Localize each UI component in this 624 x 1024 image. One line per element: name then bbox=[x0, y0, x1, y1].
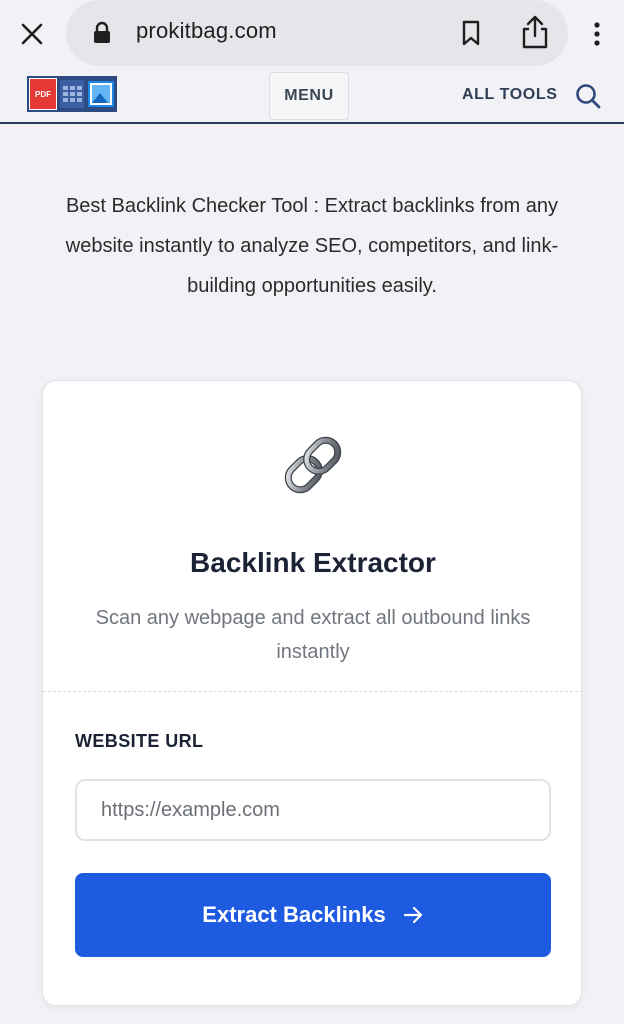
logo-pdf-icon: PDF bbox=[29, 78, 57, 110]
address-bar[interactable]: prokitbag.com bbox=[66, 0, 568, 66]
site-logo[interactable]: PDF bbox=[27, 76, 117, 112]
section-divider bbox=[43, 691, 583, 692]
card-title: Backlink Extractor bbox=[190, 547, 436, 578]
lock-icon bbox=[94, 21, 110, 43]
bookmark-icon[interactable] bbox=[456, 18, 486, 48]
extract-button-label: Extract Backlinks bbox=[202, 902, 386, 927]
search-icon[interactable] bbox=[574, 82, 602, 110]
website-url-label: WEBSITE URL bbox=[75, 731, 204, 751]
card-subtitle: Scan any webpage and extract all outboun… bbox=[95, 607, 531, 663]
close-tab-button[interactable] bbox=[14, 16, 50, 52]
logo-image-icon bbox=[88, 81, 114, 107]
logo-calculator-icon bbox=[60, 80, 84, 108]
more-vert-icon bbox=[594, 22, 600, 46]
website-url-input[interactable] bbox=[75, 779, 551, 841]
close-icon bbox=[21, 23, 43, 45]
intro-text: Best Backlink Checker Tool : Extract bac… bbox=[65, 195, 559, 297]
more-options-button[interactable] bbox=[582, 16, 612, 52]
menu-button[interactable]: MENU bbox=[269, 72, 349, 120]
url-text[interactable]: prokitbag.com bbox=[136, 18, 277, 44]
extract-backlinks-button[interactable]: Extract Backlinks bbox=[75, 873, 551, 957]
extractor-card: Backlink Extractor Scan any webpage and … bbox=[42, 380, 583, 1006]
browser-toolbar: prokitbag.com bbox=[0, 0, 624, 66]
chain-link-icon bbox=[284, 436, 342, 494]
share-icon[interactable] bbox=[518, 14, 552, 50]
all-tools-link[interactable]: ALL TOOLS bbox=[462, 86, 557, 104]
site-header: PDF MENU ALL TOOLS bbox=[0, 66, 624, 124]
arrow-right-icon bbox=[403, 906, 422, 924]
